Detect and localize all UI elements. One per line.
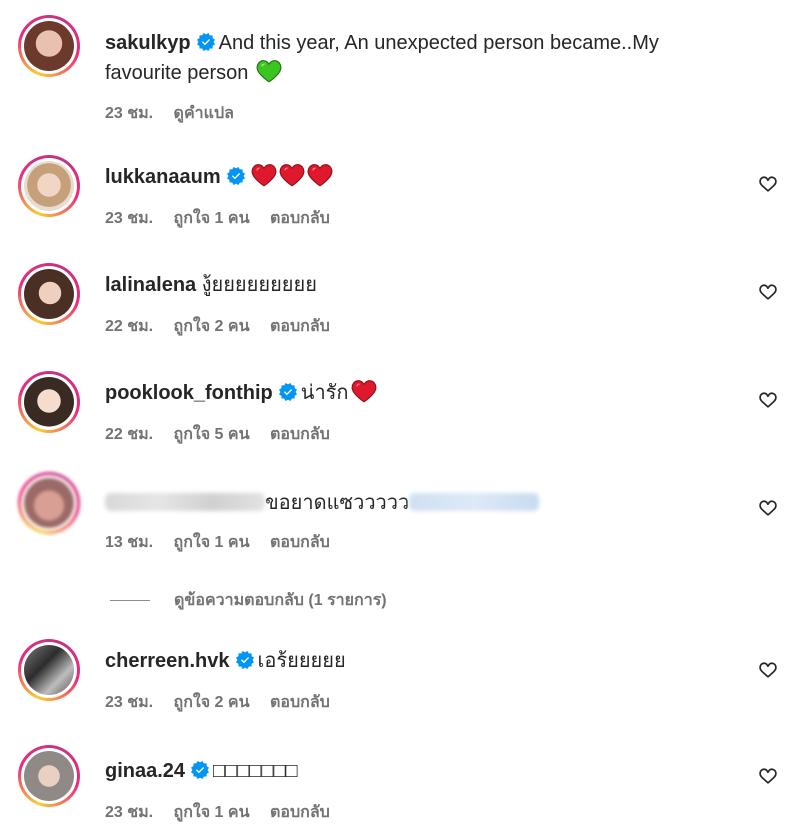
comment-item: cherreen.hvk เอร้ยยยยย 23 ชม. ถูกใจ 2 คน …: [0, 624, 800, 730]
comment-item: pooklook_fonthip น่ารัก 22 ชม. ถูกใจ 5 คน…: [0, 356, 800, 462]
comment-time[interactable]: 22 ชม.: [105, 318, 153, 335]
reply-button[interactable]: ตอบกลับ: [270, 804, 330, 821]
comment-item: sakulkyp And this year, An unexpected per…: [0, 0, 800, 140]
heart-outline-icon[interactable]: [758, 498, 778, 518]
comment-meta: 23 ชม. ถูกใจ 2 คน ตอบกลับ: [105, 690, 346, 715]
comment-username-blurred[interactable]: [105, 493, 265, 511]
verified-badge-icon: [227, 167, 245, 185]
comment-item: lukkanaaum 23 ชม. ถูกใจ 1 คน ตอบกลับ: [0, 140, 800, 248]
comment-text: งู้ยยยยยยยยย: [201, 274, 317, 296]
comment-username[interactable]: lalinalena: [105, 274, 196, 296]
comment-likes[interactable]: ถูกใจ 2 คน: [174, 318, 250, 335]
see-translation-button[interactable]: ดูคำแปล: [174, 105, 234, 122]
avatar[interactable]: [18, 155, 80, 217]
comment-text: เอร้ยยยยย: [257, 650, 346, 672]
comment-body: ขอยาดแซววววว: [105, 488, 740, 518]
reply-button[interactable]: ตอบกลับ: [270, 318, 330, 335]
view-replies-button[interactable]: ดูข้อความตอบกลับ (1 รายการ): [110, 588, 387, 613]
reply-button[interactable]: ตอบกลับ: [270, 426, 330, 443]
avatar[interactable]: [18, 745, 80, 807]
comment-time[interactable]: 23 ชม.: [105, 694, 153, 711]
reply-button[interactable]: ตอบกลับ: [270, 534, 330, 551]
avatar[interactable]: [18, 472, 80, 534]
heart-outline-icon[interactable]: [758, 174, 778, 194]
comment-username[interactable]: cherreen.hvk: [105, 650, 230, 672]
reply-button[interactable]: ตอบกลับ: [270, 694, 330, 711]
comment-meta: 13 ชม. ถูกใจ 1 คน ตอบกลับ: [105, 530, 346, 555]
comment-text: □□□□□□□: [213, 760, 298, 782]
red-heart-emoji: [279, 163, 305, 187]
comment-body: ginaa.24 □□□□□□□: [105, 756, 740, 786]
comment-body: lukkanaaum: [105, 162, 740, 192]
comment-meta: 23 ชม. ถูกใจ 1 คน ตอบกลับ: [105, 800, 346, 825]
comment-username[interactable]: sakulkyp: [105, 32, 191, 54]
comment-meta: 23 ชม. ดูคำแปล: [105, 101, 250, 126]
comment-item: ginaa.24 □□□□□□□ 23 ชม. ถูกใจ 1 คน ตอบกลั…: [0, 730, 800, 821]
mention-blurred[interactable]: [409, 493, 540, 511]
heart-outline-icon[interactable]: [758, 390, 778, 410]
avatar[interactable]: [18, 371, 80, 433]
avatar[interactable]: [18, 263, 80, 325]
comment-time[interactable]: 13 ชม.: [105, 534, 153, 551]
heart-outline-icon[interactable]: [758, 660, 778, 680]
comment-likes[interactable]: ถูกใจ 1 คน: [174, 210, 250, 227]
view-replies-label: ดูข้อความตอบกลับ (1 รายการ): [174, 592, 387, 609]
comment-meta: 23 ชม. ถูกใจ 1 คน ตอบกลับ: [105, 206, 346, 231]
comment-text: น่ารัก: [300, 382, 349, 404]
verified-badge-icon: [197, 33, 215, 51]
comment-body: sakulkyp And this year, An unexpected per…: [105, 28, 740, 88]
comment-time[interactable]: 22 ชม.: [105, 426, 153, 443]
comment-username[interactable]: pooklook_fonthip: [105, 382, 273, 404]
comment-item: ขอยาดแซววววว 13 ชม. ถูกใจ 1 คน ตอบกลับ: [0, 462, 800, 570]
comment-likes[interactable]: ถูกใจ 1 คน: [174, 534, 250, 551]
green-heart-emoji: [256, 59, 282, 83]
comment-username[interactable]: ginaa.24: [105, 760, 185, 782]
verified-badge-icon: [279, 383, 297, 401]
verified-badge-icon: [191, 761, 209, 779]
red-heart-emoji: [251, 163, 277, 187]
comment-time[interactable]: 23 ชม.: [105, 210, 153, 227]
comment-likes[interactable]: ถูกใจ 1 คน: [174, 804, 250, 821]
heart-outline-icon[interactable]: [758, 766, 778, 786]
comment-item: lalinalena งู้ยยยยยยยยย 22 ชม. ถูกใจ 2 ค…: [0, 248, 800, 356]
comment-body: pooklook_fonthip น่ารัก: [105, 378, 740, 408]
divider: [110, 600, 150, 602]
heart-outline-icon[interactable]: [758, 282, 778, 302]
comment-text: ขอยาดแซววววว: [265, 492, 410, 514]
verified-badge-icon: [236, 651, 254, 669]
avatar[interactable]: [18, 15, 80, 77]
comment-meta: 22 ชม. ถูกใจ 5 คน ตอบกลับ: [105, 422, 346, 447]
comment-meta: 22 ชม. ถูกใจ 2 คน ตอบกลับ: [105, 314, 346, 339]
comment-username[interactable]: lukkanaaum: [105, 166, 221, 188]
comment-likes[interactable]: ถูกใจ 5 คน: [174, 426, 250, 443]
comment-time[interactable]: 23 ชม.: [105, 105, 153, 122]
comment-time[interactable]: 23 ชม.: [105, 804, 153, 821]
avatar[interactable]: [18, 639, 80, 701]
reply-button[interactable]: ตอบกลับ: [270, 210, 330, 227]
comment-body: lalinalena งู้ยยยยยยยยย: [105, 270, 740, 300]
red-heart-emoji: [351, 379, 377, 403]
comment-body: cherreen.hvk เอร้ยยยยย: [105, 646, 740, 676]
comment-likes[interactable]: ถูกใจ 2 คน: [174, 694, 250, 711]
red-heart-emoji: [307, 163, 333, 187]
